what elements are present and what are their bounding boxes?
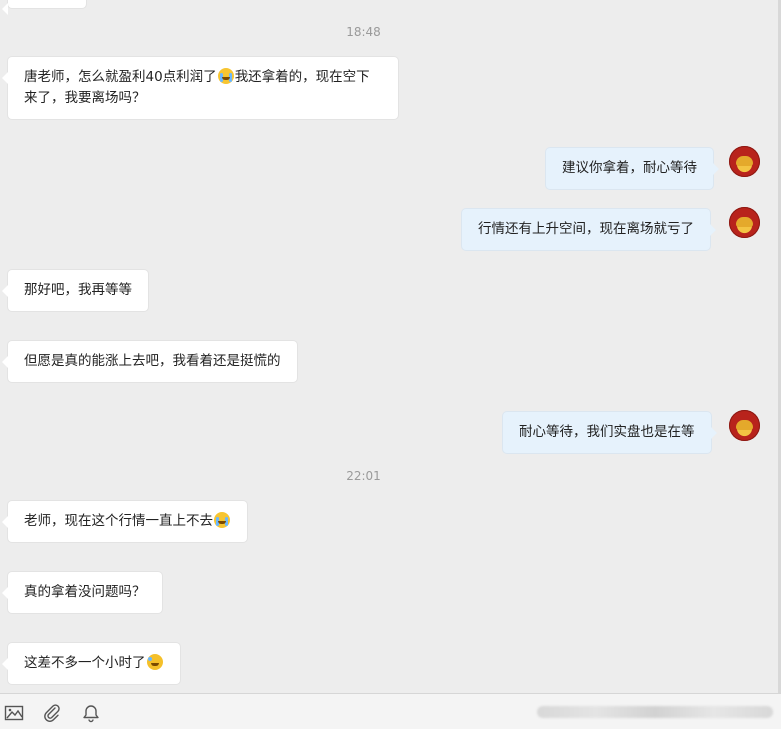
- message-text: 真的拿着没问题吗？: [24, 584, 146, 600]
- chat-area[interactable]: 18:48 唐老师，怎么就盈利40点利润了 我还拿着的，现在空下来了，我要离场吗？…: [0, 0, 781, 693]
- message-text: 唐老师，怎么就盈利40点利润了: [24, 69, 217, 85]
- avatar[interactable]: [729, 207, 760, 238]
- message-text: 那好吧，我再等等: [24, 282, 132, 298]
- message-bubble[interactable]: 唐老师，怎么就盈利40点利润了 我还拿着的，现在空下来了，我要离场吗？: [2, 57, 398, 119]
- input-toolbar: [0, 693, 781, 729]
- message-bubble[interactable]: 那好吧，我再等等: [2, 270, 148, 311]
- blurred-region: [537, 706, 773, 718]
- message-bubble[interactable]: 真的拿着没问题吗？: [2, 572, 162, 613]
- message-bubble[interactable]: 耐心等待，我们实盘也是在等: [503, 412, 716, 453]
- message-text: 但愿是真的能涨上去吧，我看着还是挺慌的: [24, 353, 281, 369]
- message-text: 建议你拿着，耐心等待: [562, 160, 697, 176]
- avatar[interactable]: [729, 146, 760, 177]
- crying-face-icon: [217, 68, 234, 84]
- message-text: 行情还有上升空间，现在离场就亏了: [478, 221, 694, 237]
- timestamp: 18:48: [346, 25, 381, 39]
- timestamp: 22:01: [346, 469, 381, 483]
- message-text: 这差不多一个小时了: [24, 655, 146, 671]
- message-bubble[interactable]: 老师，现在这个行情一直上不去: [2, 501, 247, 542]
- avatar[interactable]: [729, 410, 760, 441]
- message-bubble[interactable]: 行情还有上升空间，现在离场就亏了: [462, 209, 716, 250]
- paperclip-icon[interactable]: [42, 703, 62, 723]
- message-text: 耐心等待，我们实盘也是在等: [519, 424, 695, 440]
- image-icon[interactable]: [4, 703, 24, 723]
- message-text: 老师，现在这个行情一直上不去: [24, 513, 213, 529]
- message-bubble[interactable]: 但愿是真的能涨上去吧，我看着还是挺慌的: [2, 341, 297, 382]
- message-bubble: [2, 0, 86, 15]
- laughing-face-icon: [146, 654, 163, 670]
- message-bubble[interactable]: 建议你拿着，耐心等待: [546, 148, 719, 189]
- crying-face-icon: [214, 512, 230, 528]
- bell-icon[interactable]: [81, 703, 101, 723]
- message-bubble[interactable]: 这差不多一个小时了: [2, 643, 180, 684]
